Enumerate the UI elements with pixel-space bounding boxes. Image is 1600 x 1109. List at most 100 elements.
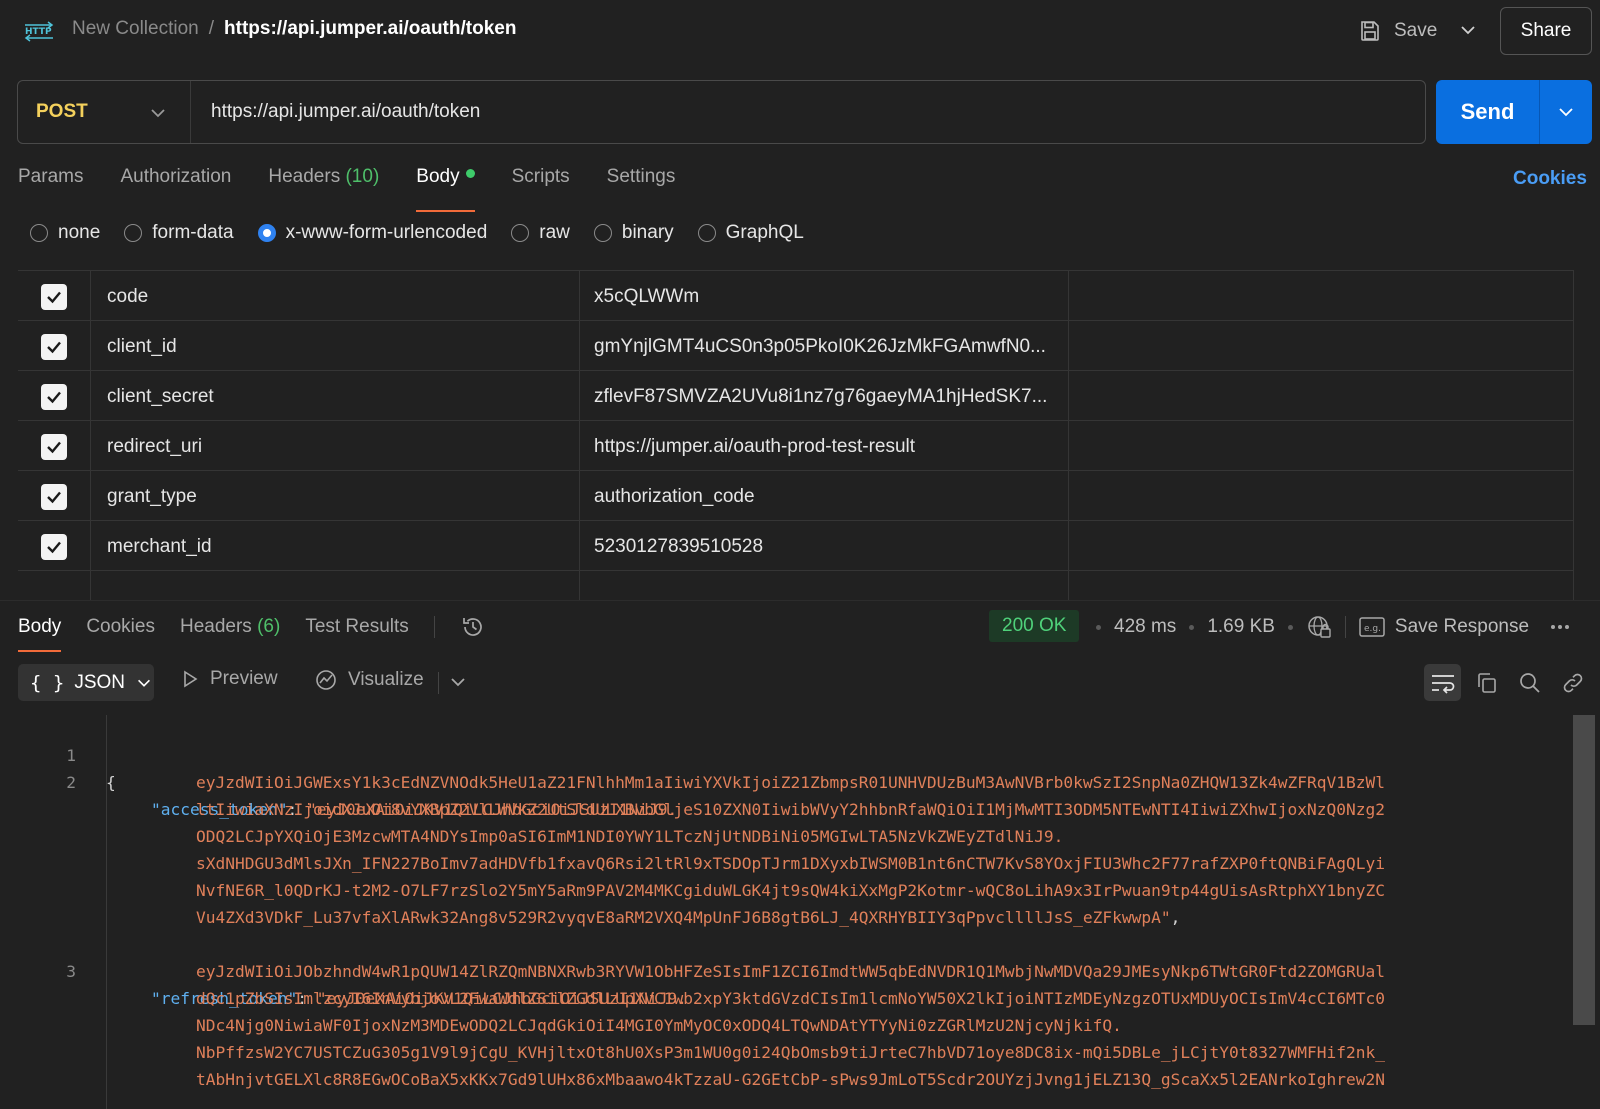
param-value[interactable] (579, 571, 1068, 600)
response-format-select[interactable]: { } JSON (18, 664, 154, 701)
param-key[interactable]: client_id (90, 321, 579, 372)
response-time[interactable]: 428 ms (1114, 616, 1176, 638)
response-tab-cookies[interactable]: Cookies (86, 616, 155, 638)
response-tab-headers[interactable]: Headers (6) (180, 616, 280, 638)
param-value[interactable]: 5230127839510528 (579, 521, 1068, 572)
status-badge[interactable]: 200 OK (989, 610, 1080, 642)
table-row-empty (18, 570, 1574, 600)
param-key[interactable]: client_secret (90, 371, 579, 422)
row-checkbox[interactable] (41, 333, 67, 360)
tab-label: Params (18, 166, 84, 187)
radio-label: GraphQL (725, 222, 804, 243)
tab-authorization[interactable]: Authorization (120, 166, 231, 206)
radio-circle (30, 224, 48, 242)
send-button[interactable]: Send (1436, 80, 1540, 144)
response-tab-body[interactable]: Body (18, 616, 62, 652)
param-description[interactable] (1068, 271, 1574, 322)
json-string: Vu4ZXd3VDkF_Lu37vfaXlARwk32Ang8v529R2vyq… (196, 908, 1171, 927)
format-label: JSON (74, 671, 126, 693)
response-headers-count: (6) (257, 616, 281, 637)
history-icon[interactable] (460, 614, 486, 640)
cookies-link[interactable]: Cookies (1513, 168, 1587, 190)
radio-x-www-form-urlencoded[interactable]: x-www-form-urlencoded (257, 222, 487, 244)
method-select[interactable]: POST (18, 81, 191, 143)
response-tab-test-results[interactable]: Test Results (305, 616, 408, 638)
line-number: 3 (66, 962, 76, 981)
row-checkbox[interactable] (41, 433, 67, 460)
visualize-button[interactable]: Visualize (314, 668, 424, 692)
request-tabs: Params Authorization Headers (10) Body S… (18, 166, 676, 212)
param-description[interactable] (1068, 321, 1574, 372)
send-options-button[interactable] (1540, 80, 1592, 144)
table-row: merchant_id 5230127839510528 (18, 520, 1574, 572)
link-button[interactable] (1554, 664, 1591, 701)
radio-binary[interactable]: binary (593, 222, 674, 244)
code-line: 2 "access_token": "eyJ0eXAiOiJKV1QiLCJhb… (0, 742, 677, 819)
tab-scripts[interactable]: Scripts (512, 166, 570, 206)
radio-circle (697, 224, 716, 242)
search-icon (1519, 672, 1540, 693)
param-key[interactable] (90, 571, 579, 600)
tab-settings[interactable]: Settings (607, 166, 676, 206)
radio-graphql[interactable]: GraphQL (697, 222, 804, 244)
row-checkbox-cell (18, 271, 90, 322)
param-value[interactable]: zflevF87SMVZA2UVu8i1nz7g76gaeyMA1hjHedSK… (579, 371, 1068, 422)
separator-dot (1287, 624, 1293, 630)
response-body-code-view[interactable]: 1 { 2 "access_token": "eyJ0eXAiOiJKV1QiL… (0, 715, 1568, 1109)
response-meta: 428 ms 1.69 KB e.g. Save Response (1096, 614, 1572, 640)
row-checkbox[interactable] (41, 383, 67, 410)
save-response-button[interactable]: e.g. Save Response (1359, 616, 1529, 638)
save-button[interactable]: Save (1358, 14, 1437, 48)
radio-circle (593, 224, 612, 242)
network-globe-lock-icon[interactable] (1306, 614, 1332, 640)
play-icon (184, 670, 198, 688)
param-description[interactable] (1068, 421, 1574, 472)
breadcrumb-collection[interactable]: New Collection (72, 18, 199, 40)
visualize-options-chevron-down-icon[interactable] (448, 672, 468, 692)
row-checkbox[interactable] (41, 283, 67, 310)
param-key[interactable]: redirect_uri (90, 421, 579, 472)
copy-button[interactable] (1468, 664, 1505, 701)
url-bar: POST https://api.jumper.ai/oauth/token (17, 80, 1426, 144)
tab-label: Headers (179, 616, 252, 637)
example-eg-icon: e.g. (1359, 617, 1385, 637)
code-text: { (106, 773, 116, 792)
tab-body[interactable]: Body (416, 166, 475, 212)
tab-params[interactable]: Params (18, 166, 83, 206)
share-button[interactable]: Share (1500, 7, 1592, 55)
body-type-radio-group: none form-data x-www-form-urlencoded raw… (30, 222, 804, 244)
param-value[interactable]: gmYnjlGMT4uCS0n3p05PkoI0K26JzMkFGAmwfN0.… (579, 321, 1068, 372)
search-button[interactable] (1511, 664, 1548, 701)
wrap-lines-button[interactable] (1424, 664, 1461, 701)
floppy-disk-icon (1361, 21, 1379, 41)
param-value[interactable]: x5cQLWWm (579, 271, 1068, 322)
radio-raw[interactable]: raw (511, 222, 570, 244)
separator-dot (1096, 624, 1101, 630)
response-size[interactable]: 1.69 KB (1207, 616, 1275, 638)
param-value[interactable]: https://jumper.ai/oauth-prod-test-result (579, 421, 1068, 472)
save-options-chevron-down-icon[interactable] (1458, 20, 1478, 40)
table-row: redirect_uri https://jumper.ai/oauth-pro… (18, 420, 1574, 472)
code-scrollbar[interactable] (1573, 715, 1595, 1025)
preview-button[interactable]: Preview (180, 668, 278, 690)
response-tabs: Body Cookies Headers (6) Test Results (18, 614, 486, 652)
param-key[interactable]: code (90, 271, 579, 322)
wrap-lines-icon (1431, 674, 1454, 694)
url-input[interactable]: https://api.jumper.ai/oauth/token (191, 101, 480, 123)
param-key[interactable]: grant_type (90, 471, 579, 522)
param-description[interactable] (1068, 371, 1574, 422)
param-value[interactable]: authorization_code (579, 471, 1068, 522)
request-title[interactable]: https://api.jumper.ai/oauth/token (224, 18, 516, 40)
save-label: Save (1394, 20, 1438, 41)
param-description[interactable] (1068, 521, 1574, 572)
param-description[interactable] (1068, 471, 1574, 522)
row-checkbox[interactable] (41, 533, 67, 560)
response-divider[interactable] (0, 600, 1600, 601)
radio-form-data[interactable]: form-data (124, 222, 234, 244)
param-description[interactable] (1068, 571, 1574, 600)
more-options-icon[interactable] (1548, 615, 1572, 639)
row-checkbox[interactable] (41, 483, 67, 510)
param-key[interactable]: merchant_id (90, 521, 579, 572)
tab-headers[interactable]: Headers (10) (268, 166, 379, 206)
radio-none[interactable]: none (30, 222, 100, 244)
